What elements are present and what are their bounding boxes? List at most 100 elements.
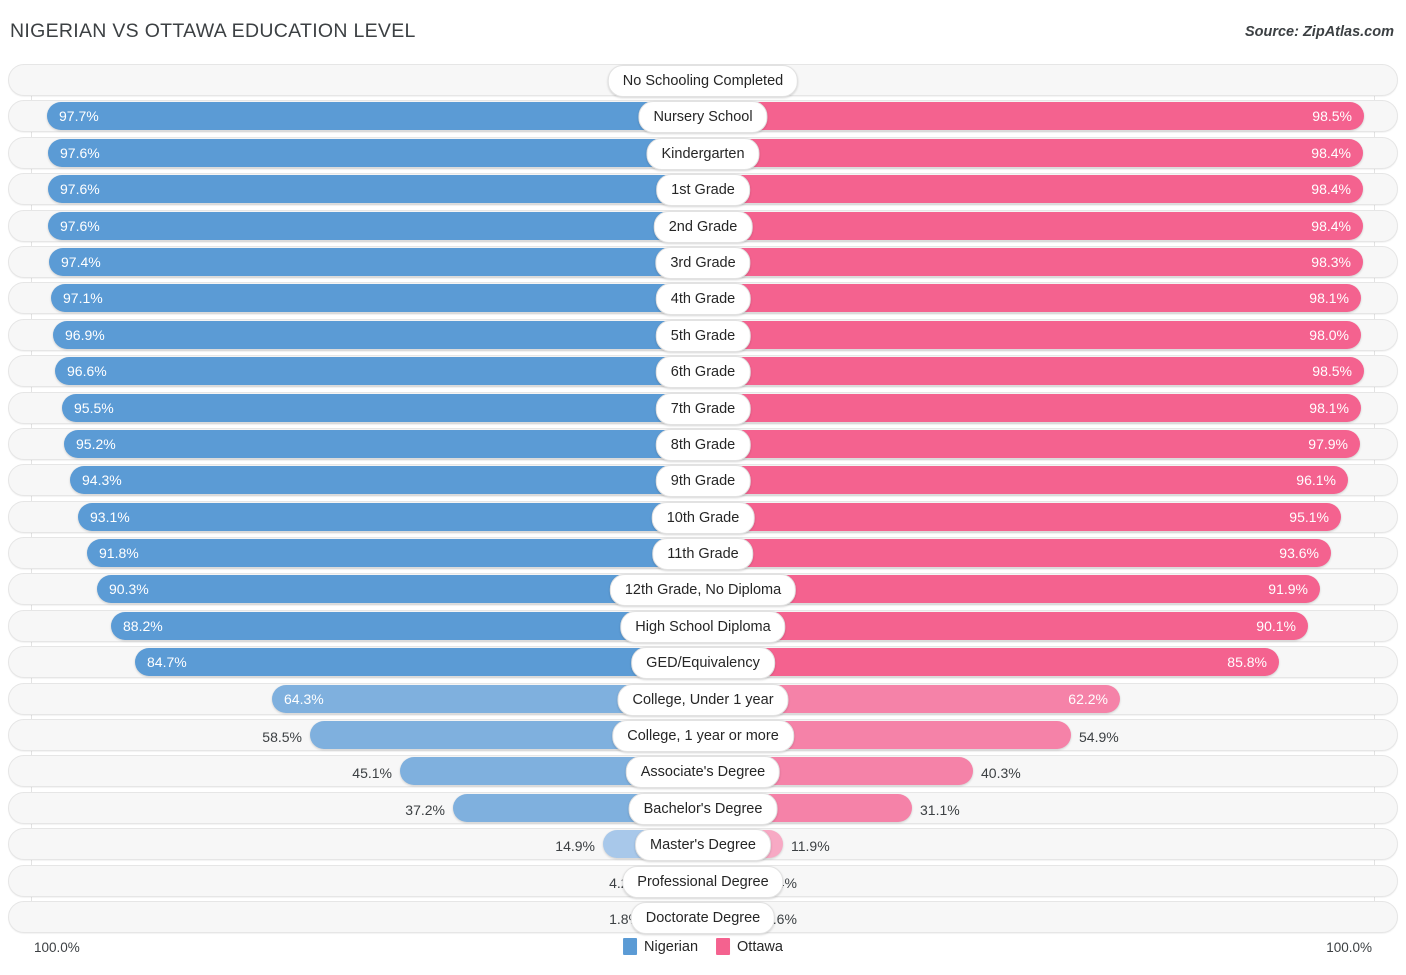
nigerian-value: 97.4% xyxy=(61,253,101,270)
ottawa-bar[interactable]: 90.1% xyxy=(703,611,1308,640)
chart-row: 96.9% 98.0% 5th Grade xyxy=(0,318,1406,352)
category-label: 4th Grade xyxy=(655,283,751,316)
nigerian-value: 97.1% xyxy=(63,290,103,307)
ottawa-bar[interactable]: 98.4% xyxy=(703,211,1363,240)
chart-row: 14.9% 11.9% Master's Degree xyxy=(0,828,1406,862)
category-label: College, Under 1 year xyxy=(617,683,789,716)
nigerian-value: 95.2% xyxy=(76,435,116,452)
ottawa-value: 90.1% xyxy=(1256,617,1296,634)
chart-row: 84.7% 85.8% GED/Equivalency xyxy=(0,646,1406,680)
nigerian-bar[interactable]: 95.5% xyxy=(62,393,703,422)
nigerian-bar[interactable]: 97.7% xyxy=(47,102,703,131)
nigerian-bar[interactable]: 97.6% xyxy=(48,211,703,240)
legend-swatch-icon xyxy=(623,938,638,955)
ottawa-half: 93.6% xyxy=(703,537,1374,569)
ottawa-bar[interactable]: 98.5% xyxy=(703,357,1364,386)
ottawa-bar[interactable]: 98.3% xyxy=(703,247,1363,276)
chart-row: 94.3% 96.1% 9th Grade xyxy=(0,464,1406,498)
ottawa-bar[interactable]: 96.1% xyxy=(703,466,1348,495)
nigerian-half: 97.6% xyxy=(32,173,703,205)
nigerian-bar[interactable]: 91.8% xyxy=(87,539,703,568)
nigerian-half: 4.2% xyxy=(32,865,703,897)
ottawa-bar[interactable]: 98.1% xyxy=(703,393,1361,422)
nigerian-value: 45.1% xyxy=(352,765,392,782)
category-label: 9th Grade xyxy=(655,465,751,498)
ottawa-value: 98.5% xyxy=(1312,108,1352,125)
ottawa-bar[interactable]: 98.5% xyxy=(703,102,1364,131)
category-label: 6th Grade xyxy=(655,356,751,389)
category-label: No Schooling Completed xyxy=(607,65,799,97)
chart-row: 97.6% 98.4% 2nd Grade xyxy=(0,209,1406,243)
ottawa-value: 98.1% xyxy=(1309,290,1349,307)
legend-item[interactable]: Nigerian xyxy=(623,938,698,955)
nigerian-bar[interactable]: 96.9% xyxy=(53,320,703,349)
ottawa-bar[interactable]: 93.6% xyxy=(703,539,1331,568)
legend-item[interactable]: Ottawa xyxy=(716,938,783,955)
nigerian-value: 91.8% xyxy=(99,545,139,562)
nigerian-bar[interactable]: 94.3% xyxy=(70,466,703,495)
legend-label: Ottawa xyxy=(737,938,783,955)
ottawa-bar[interactable]: 85.8% xyxy=(703,648,1279,677)
category-label: Professional Degree xyxy=(622,865,784,898)
ottawa-half: 3.4% xyxy=(703,865,1374,897)
ottawa-value: 54.9% xyxy=(1079,729,1119,746)
chart-row: 97.1% 98.1% 4th Grade xyxy=(0,282,1406,316)
ottawa-half: 54.9% xyxy=(703,719,1374,751)
ottawa-value: 96.1% xyxy=(1296,472,1336,489)
nigerian-bar[interactable]: 97.4% xyxy=(49,247,703,276)
category-label: 3rd Grade xyxy=(655,246,751,279)
ottawa-half: 62.2% xyxy=(703,683,1374,715)
ottawa-half: 1.6% xyxy=(703,64,1374,96)
ottawa-value: 40.3% xyxy=(981,765,1021,782)
ottawa-bar[interactable]: 98.4% xyxy=(703,138,1363,167)
ottawa-half: 85.8% xyxy=(703,646,1374,678)
nigerian-half: 94.3% xyxy=(32,464,703,496)
nigerian-value: 93.1% xyxy=(90,508,130,525)
ottawa-bar[interactable]: 95.1% xyxy=(703,502,1341,531)
ottawa-value: 85.8% xyxy=(1227,654,1267,671)
nigerian-bar[interactable]: 97.6% xyxy=(48,138,703,167)
nigerian-bar[interactable]: 95.2% xyxy=(64,429,703,458)
nigerian-half: 95.5% xyxy=(32,392,703,424)
ottawa-half: 98.1% xyxy=(703,282,1374,314)
nigerian-bar[interactable]: 97.6% xyxy=(48,175,703,204)
nigerian-bar[interactable]: 93.1% xyxy=(78,502,703,531)
chart-row: 4.2%3.4%Professional Degree xyxy=(0,864,1406,898)
page-title: NIGERIAN VS OTTAWA EDUCATION LEVEL xyxy=(10,20,416,42)
nigerian-half: 2.3% xyxy=(32,64,703,96)
chart-row: 95.2% 97.9% 8th Grade xyxy=(0,427,1406,461)
ottawa-half: 90.1% xyxy=(703,610,1374,642)
nigerian-half: 91.8% xyxy=(32,537,703,569)
ottawa-value: 98.4% xyxy=(1311,144,1351,161)
nigerian-value: 97.6% xyxy=(60,144,100,161)
category-label: Nursery School xyxy=(638,101,768,134)
chart-row: 97.6% 98.4% 1st Grade xyxy=(0,173,1406,207)
chart-row: 91.8% 93.6% 11th Grade xyxy=(0,537,1406,571)
ottawa-bar[interactable]: 98.1% xyxy=(703,284,1361,313)
chart-row: 1.8% 1.6% Doctorate Degree xyxy=(0,900,1406,934)
nigerian-value: 58.5% xyxy=(262,729,302,746)
ottawa-bar[interactable]: 97.9% xyxy=(703,429,1360,458)
nigerian-value: 64.3% xyxy=(284,690,324,707)
chart-row: 37.2% 31.1% Bachelor's Degree xyxy=(0,791,1406,825)
ottawa-bar[interactable]: 98.0% xyxy=(703,320,1361,349)
ottawa-bar[interactable]: 98.4% xyxy=(703,175,1363,204)
nigerian-bar[interactable]: 97.1% xyxy=(51,284,703,313)
chart-row: 88.2% 90.1% High School Diploma xyxy=(0,609,1406,643)
category-label: 12th Grade, No Diploma xyxy=(609,574,797,607)
nigerian-half: 64.3% xyxy=(32,683,703,715)
nigerian-bar[interactable]: 88.2% xyxy=(111,611,703,640)
chart-row: 96.6% 98.5% 6th Grade xyxy=(0,355,1406,389)
category-label: Bachelor's Degree xyxy=(628,792,778,825)
nigerian-bar[interactable]: 84.7% xyxy=(135,648,703,677)
nigerian-half: 97.4% xyxy=(32,246,703,278)
chart-row: 97.4% 98.3% 3rd Grade xyxy=(0,245,1406,279)
legend-label: Nigerian xyxy=(644,938,699,955)
ottawa-half: 98.4% xyxy=(703,137,1374,169)
ottawa-half: 98.4% xyxy=(703,173,1374,205)
nigerian-value: 88.2% xyxy=(123,617,163,634)
category-label: 11th Grade xyxy=(652,538,754,571)
nigerian-half: 58.5% xyxy=(32,719,703,751)
nigerian-bar[interactable]: 96.6% xyxy=(55,357,703,386)
chart-row: 58.5% 54.9% College, 1 year or more xyxy=(0,719,1406,753)
